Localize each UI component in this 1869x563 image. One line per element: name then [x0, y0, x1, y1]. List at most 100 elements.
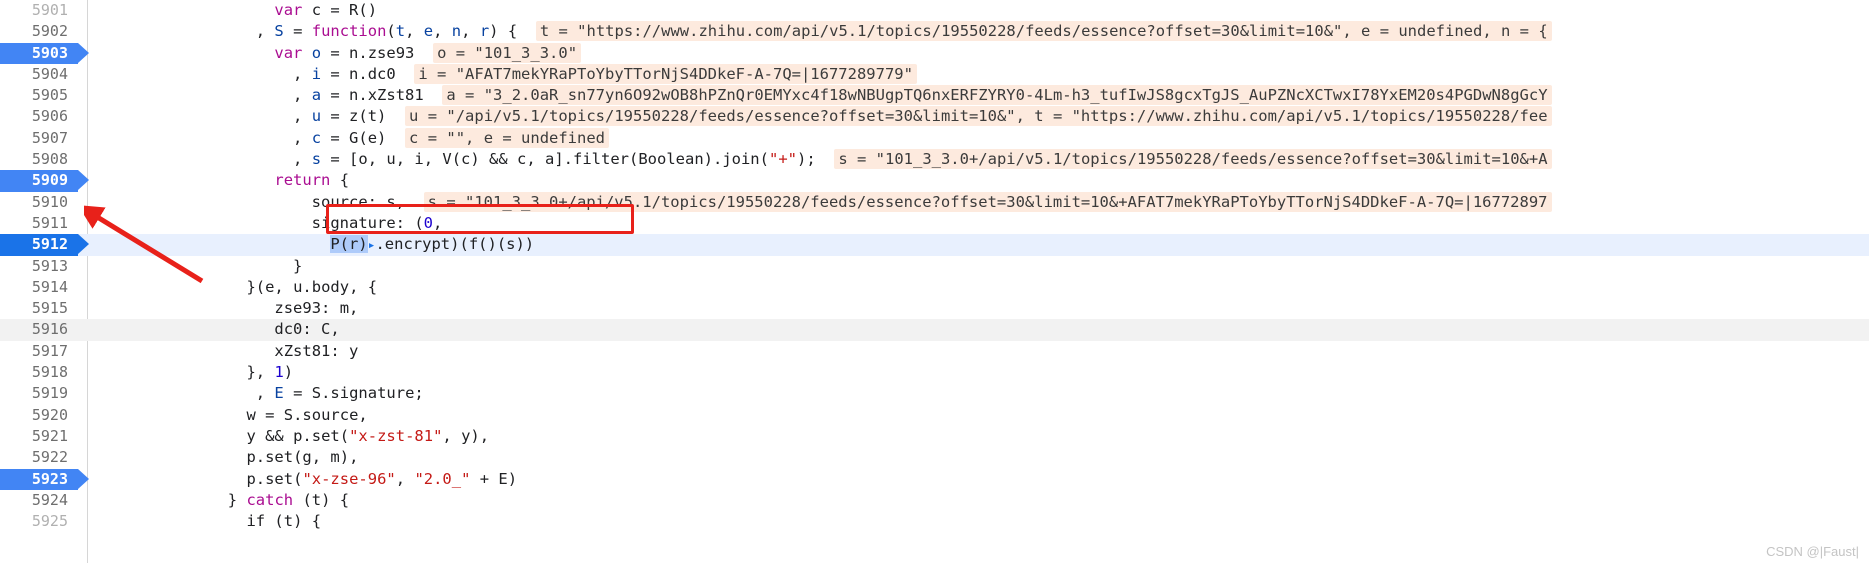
code-line-text[interactable]: p.set(g, m),: [246, 447, 358, 468]
code-line-text[interactable]: xZst81: y: [274, 341, 358, 362]
code-line-text[interactable]: , c = G(e) c = "", e = undefined: [293, 127, 610, 149]
code-line-text[interactable]: zse93: m,: [274, 298, 358, 319]
code-line[interactable]: 5914 }(e, u.body, {: [0, 277, 1869, 298]
code-line[interactable]: 5924 } catch (t) {: [0, 490, 1869, 511]
inline-evaluated-value: c = "", e = undefined: [405, 127, 610, 148]
line-number[interactable]: 5913: [0, 256, 78, 277]
inline-evaluated-value: i = "AFAT7mekYRaPToYbyTTorNjS4DDkeF-A-7Q…: [414, 63, 917, 84]
code-line[interactable]: 5911 signature: (0,: [0, 213, 1869, 234]
code-token: + E): [470, 469, 518, 488]
code-token: = z(t): [321, 107, 387, 126]
line-number[interactable]: 5915: [0, 298, 78, 319]
code-line[interactable]: 5915 zse93: m,: [0, 298, 1869, 319]
code-line[interactable]: 5923 p.set("x-zse-96", "2.0_" + E): [0, 468, 1869, 490]
line-number[interactable]: 5920: [0, 405, 78, 426]
code-line-text[interactable]: , S = function(t, e, n, r) { t = "https:…: [256, 21, 1552, 42]
code-line[interactable]: 5918 }, 1): [0, 362, 1869, 383]
code-line[interactable]: 5913}: [0, 256, 1869, 277]
code-line-text[interactable]: y && p.set("x-zst-81", y),: [246, 426, 489, 447]
line-number[interactable]: 5916: [0, 319, 78, 340]
line-number[interactable]: 5904: [0, 64, 78, 85]
code-line[interactable]: 5912 P(r)▸.encrypt)(f()(s)): [0, 234, 1869, 256]
line-number[interactable]: 5911: [0, 213, 78, 234]
code-line[interactable]: 5910 source: s, s = "101_3_3.0+/api/v5.1/…: [0, 191, 1869, 213]
code-line-text[interactable]: , u = z(t) u = "/api/v5.1/topics/1955022…: [293, 106, 1552, 127]
code-token: }(e, u.body, {: [246, 277, 378, 296]
code-line[interactable]: 5904 , i = n.dc0 i = "AFAT7mekYRaPToYbyTT…: [0, 63, 1869, 85]
line-number[interactable]: 5910: [0, 192, 78, 213]
line-number[interactable]: 5922: [0, 447, 78, 468]
code-line[interactable]: 5919 , E = S.signature;: [0, 383, 1869, 404]
code-line-text[interactable]: w = S.source,: [246, 405, 367, 426]
line-number[interactable]: 5917: [0, 341, 78, 362]
code-line[interactable]: 5909 return {: [0, 170, 1869, 192]
code-line[interactable]: 5905 , a = n.xZst81 a = "3_2.0aR_sn77yn6O…: [0, 85, 1869, 106]
line-number[interactable]: 5919: [0, 383, 78, 404]
code-token: ,: [405, 22, 424, 41]
code-token: ,: [293, 107, 312, 126]
code-line-text[interactable]: }: [293, 256, 302, 277]
code-line[interactable]: 5908 , s = [o, u, i, V(c) && c, a].filter…: [0, 149, 1869, 170]
line-number[interactable]: 5901: [0, 0, 78, 21]
line-number[interactable]: 5909: [0, 170, 89, 192]
code-line-text[interactable]: , a = n.xZst81 a = "3_2.0aR_sn77yn6O92wO…: [293, 85, 1552, 106]
source-code-editor[interactable]: 5901 var c = R() 5902 , S = function(t, e, …: [0, 0, 1869, 563]
code-line-text[interactable]: }, 1): [246, 362, 293, 383]
code-line-text[interactable]: var c = R(): [274, 0, 377, 21]
code-token: .encrypt): [375, 235, 460, 254]
code-token: ,: [433, 213, 443, 232]
code-area[interactable]: 5901 var c = R() 5902 , S = function(t, e, …: [0, 0, 1869, 563]
code-line[interactable]: 5916 dc0: C,: [0, 319, 1869, 341]
code-line[interactable]: 5925 if (t) {: [0, 511, 1869, 532]
code-line[interactable]: 5902 , S = function(t, e, n, r) { t = "ht…: [0, 21, 1869, 42]
code-line-text[interactable]: , E = S.signature;: [256, 383, 424, 404]
code-line-text[interactable]: signature: (0,: [312, 213, 443, 234]
code-line-text[interactable]: , i = n.dc0 i = "AFAT7mekYRaPToYbyTTorNj…: [293, 63, 917, 85]
line-number[interactable]: 5908: [0, 149, 78, 170]
code-line[interactable]: 5906 , u = z(t) u = "/api/v5.1/topics/195…: [0, 106, 1869, 127]
line-number[interactable]: 5918: [0, 362, 78, 383]
code-line[interactable]: 5903 var o = n.zse93 o = "101_3_3.0": [0, 42, 1869, 64]
code-line[interactable]: 5922 p.set(g, m),: [0, 447, 1869, 468]
code-line-text[interactable]: var o = n.zse93 o = "101_3_3.0": [274, 42, 582, 64]
code-token: S: [274, 22, 284, 41]
code-line[interactable]: 5921 y && p.set("x-zst-81", y),: [0, 426, 1869, 447]
code-line[interactable]: 5901 var c = R(): [0, 0, 1869, 21]
code-token: {: [330, 171, 350, 190]
code-line-text[interactable]: , s = [o, u, i, V(c) && c, a].filter(Boo…: [293, 149, 1552, 170]
line-number[interactable]: 5906: [0, 106, 78, 127]
line-number[interactable]: 5923: [0, 468, 89, 490]
line-number[interactable]: 5912: [0, 234, 89, 256]
code-line[interactable]: 5920 w = S.source,: [0, 405, 1869, 426]
code-line-text[interactable]: if (t) {: [246, 511, 321, 532]
line-number[interactable]: 5905: [0, 85, 78, 106]
line-number[interactable]: 5903: [0, 42, 89, 64]
code-token: = n.zse93: [321, 43, 415, 62]
line-number[interactable]: 5902: [0, 21, 78, 42]
code-line-text[interactable]: return {: [274, 170, 349, 191]
code-line-text[interactable]: }(e, u.body, {: [246, 277, 377, 298]
line-number[interactable]: 5924: [0, 490, 78, 511]
code-line-text[interactable]: source: s, s = "101_3_3.0+/api/v5.1/topi…: [312, 191, 1552, 213]
code-token: "x-zse-96": [302, 469, 396, 488]
code-line-text[interactable]: dc0: C,: [274, 319, 339, 340]
code-line-text[interactable]: P(r)▸.encrypt)(f()(s)): [330, 234, 534, 256]
line-number[interactable]: 5921: [0, 426, 78, 447]
line-number[interactable]: 5907: [0, 128, 78, 149]
code-token: catch: [246, 490, 294, 509]
line-number[interactable]: 5925: [0, 511, 78, 532]
code-line[interactable]: 5907 , c = G(e) c = "", e = undefined: [0, 127, 1869, 149]
code-line-text[interactable]: p.set("x-zse-96", "2.0_" + E): [246, 469, 517, 490]
code-line[interactable]: 5917 xZst81: y: [0, 341, 1869, 362]
code-token: w = S.source,: [246, 405, 368, 424]
code-line-text[interactable]: } catch (t) {: [228, 490, 349, 511]
inline-evaluated-value: s = "101_3_3.0+/api/v5.1/topics/19550228…: [834, 149, 1552, 170]
code-token: ,: [293, 86, 312, 105]
code-token: = n.xZst81: [321, 86, 424, 105]
line-number[interactable]: 5914: [0, 277, 78, 298]
